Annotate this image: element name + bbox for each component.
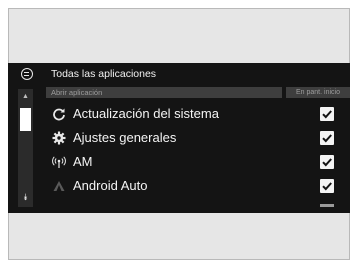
refresh-icon [52, 107, 66, 121]
list-item[interactable]: Actualización del sistema [46, 103, 350, 125]
home-screen-checkbox[interactable] [320, 179, 334, 193]
list-item[interactable]: Android Auto [46, 175, 350, 197]
list-item-label: Android Auto [73, 178, 148, 193]
list-item[interactable]: Ajustes generales [46, 127, 350, 149]
scroll-down-icon[interactable]: ⯯ [18, 191, 33, 203]
android-auto-icon [52, 179, 66, 193]
home-screen-checkbox[interactable] [320, 131, 334, 145]
list-item-label: Actualización del sistema [73, 106, 219, 121]
menu-circle-icon[interactable] [21, 68, 33, 80]
partial-next-checkbox [320, 204, 334, 207]
scroll-thumb[interactable] [20, 108, 31, 131]
home-screen-checkbox[interactable] [320, 155, 334, 169]
screen-header: Todas las aplicaciones [8, 63, 350, 85]
page-title: Todas las aplicaciones [51, 68, 157, 80]
home-screen-checkbox[interactable] [320, 107, 334, 121]
column-header-open-app: Abrir aplicación [46, 87, 282, 98]
list-item-label: AM [73, 154, 93, 169]
column-header-home-screen: En pant. inicio [286, 87, 350, 98]
app-list-screen: Todas las aplicaciones ▲ ⯯ Abrir aplicac… [8, 63, 350, 213]
scrollbar[interactable]: ▲ ⯯ [18, 89, 33, 207]
scroll-up-icon[interactable]: ▲ [18, 92, 33, 102]
partial-next-row [56, 204, 176, 208]
column-header: Abrir aplicación En pant. inicio [46, 87, 350, 98]
gear-icon [52, 131, 66, 145]
radio-antenna-icon [52, 155, 66, 169]
list-item[interactable]: AM [46, 151, 350, 173]
list-item-label: Ajustes generales [73, 130, 177, 145]
